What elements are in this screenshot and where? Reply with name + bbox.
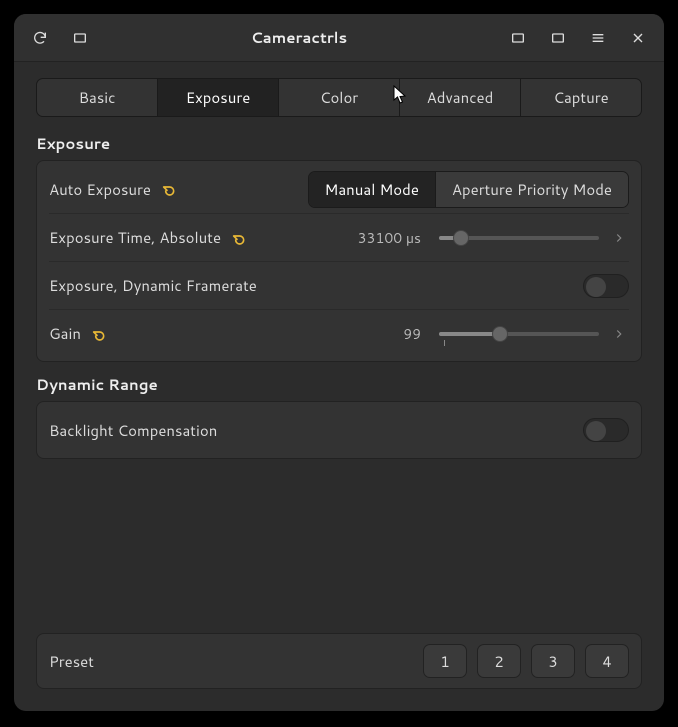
tab-exposure[interactable]: Exposure: [158, 79, 279, 116]
toggle-backlight-compensation[interactable]: [583, 418, 629, 442]
label-auto-exposure: Auto Exposure: [49, 179, 151, 200]
section-title-dynamic-range: Dynamic Range: [36, 374, 642, 395]
reset-icon[interactable]: [91, 326, 107, 342]
slider-gain[interactable]: [439, 322, 599, 346]
section-title-exposure: Exposure: [36, 133, 642, 154]
app-window: Cameractrls Basic Exposure Color Advance…: [14, 14, 664, 711]
tab-advanced[interactable]: Advanced: [400, 79, 521, 116]
titlebar: Cameractrls: [14, 14, 664, 62]
window-icon-right-2[interactable]: [540, 21, 576, 55]
app-title: Cameractrls: [98, 27, 500, 48]
auto-exposure-mode-segmented: Manual Mode Aperture Priority Mode: [308, 171, 629, 208]
window-icon-left[interactable]: [62, 21, 98, 55]
toggle-dynamic-framerate[interactable]: [583, 274, 629, 298]
content-area: Exposure Auto Exposure Manual Mode Apert…: [14, 127, 664, 633]
label-preset: Preset: [49, 651, 94, 672]
label-exposure-time: Exposure Time, Absolute: [49, 227, 221, 248]
row-gain: Gain 99: [49, 309, 629, 357]
reset-icon[interactable]: [231, 230, 247, 246]
preset-2-button[interactable]: 2: [477, 644, 521, 678]
row-dynamic-framerate: Exposure, Dynamic Framerate: [49, 261, 629, 309]
row-auto-exposure: Auto Exposure Manual Mode Aperture Prior…: [49, 165, 629, 213]
chevron-right-icon[interactable]: [609, 324, 629, 344]
preset-footer: Preset 1 2 3 4: [36, 633, 642, 689]
label-backlight-compensation: Backlight Compensation: [49, 420, 217, 441]
tab-basic[interactable]: Basic: [37, 79, 158, 116]
preset-3-button[interactable]: 3: [531, 644, 575, 678]
value-gain: 99: [403, 324, 421, 344]
tab-color[interactable]: Color: [279, 79, 400, 116]
chevron-right-icon[interactable]: [609, 228, 629, 248]
tab-capture[interactable]: Capture: [521, 79, 641, 116]
value-exposure-time: 33100 µs: [358, 228, 421, 248]
preset-4-button[interactable]: 4: [585, 644, 629, 678]
panel-dynamic-range: Backlight Compensation: [36, 401, 642, 459]
mode-aperture-priority-button[interactable]: Aperture Priority Mode: [436, 172, 628, 207]
tab-row: Basic Exposure Color Advanced Capture: [36, 78, 642, 117]
row-exposure-time: Exposure Time, Absolute 33100 µs: [49, 213, 629, 261]
panel-exposure: Auto Exposure Manual Mode Aperture Prior…: [36, 160, 642, 362]
window-icon-right-1[interactable]: [500, 21, 536, 55]
reset-icon[interactable]: [161, 181, 177, 197]
slider-exposure-time[interactable]: [439, 226, 599, 250]
mode-manual-button[interactable]: Manual Mode: [309, 172, 436, 207]
label-dynamic-framerate: Exposure, Dynamic Framerate: [49, 275, 257, 296]
row-backlight-compensation: Backlight Compensation: [49, 406, 629, 454]
preset-1-button[interactable]: 1: [423, 644, 467, 678]
hamburger-menu-button[interactable]: [580, 21, 616, 55]
label-gain: Gain: [49, 323, 81, 344]
close-button[interactable]: [620, 21, 656, 55]
refresh-button[interactable]: [22, 21, 58, 55]
